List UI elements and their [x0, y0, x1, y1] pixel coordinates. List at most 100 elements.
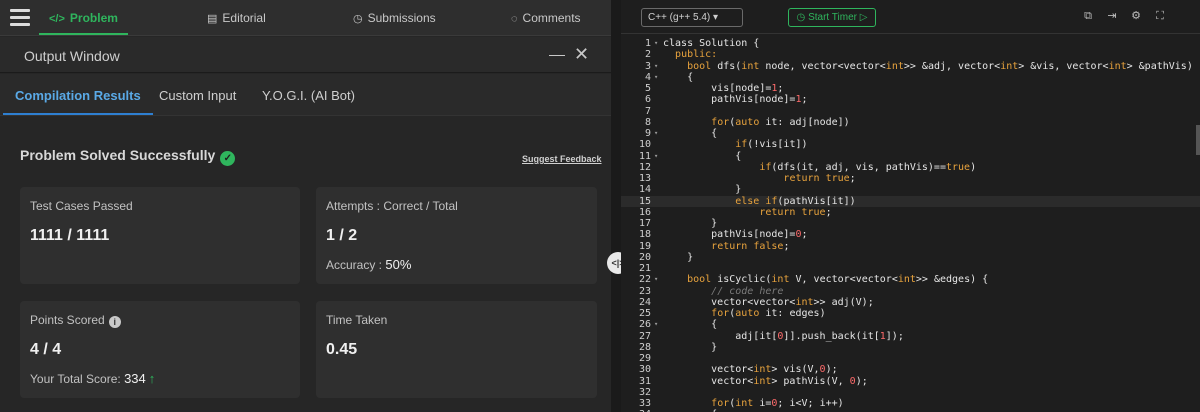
- fold-icon[interactable]: ▾: [654, 274, 658, 285]
- code-line[interactable]: 9 ▾ {: [621, 128, 1200, 139]
- code-line[interactable]: 18 pathVis[node]=0;: [621, 229, 1200, 240]
- language-select[interactable]: C++ (g++ 5.4) ▾: [641, 8, 743, 27]
- code-line[interactable]: 11 ▾ {: [621, 151, 1200, 162]
- code-line[interactable]: 7: [621, 106, 1200, 117]
- tab-submissions[interactable]: ◷ Submissions: [353, 0, 436, 36]
- code-line[interactable]: 13 return true;: [621, 173, 1200, 184]
- tab-editorial[interactable]: ▤ Editorial: [207, 0, 266, 36]
- code-line[interactable]: 1 ▾ class Solution {: [621, 38, 1200, 49]
- fold-icon[interactable]: ▾: [654, 61, 658, 72]
- line-number: 6: [644, 94, 651, 106]
- line-number: 19: [638, 240, 651, 252]
- tab-submissions-label: Submissions: [367, 11, 436, 25]
- line-number: 14: [638, 184, 651, 196]
- code-line[interactable]: 31 vector<int> pathVis(V, 0);: [621, 376, 1200, 387]
- code-line[interactable]: 14 }: [621, 184, 1200, 195]
- exit-icon[interactable]: ⇥: [1106, 10, 1118, 22]
- minimize-icon[interactable]: [549, 55, 565, 56]
- code-text: vis[node]=1;: [663, 83, 784, 94]
- attempts-value: 1 / 2: [326, 227, 358, 244]
- fold-icon[interactable]: ▾: [654, 38, 658, 49]
- time-card: Time Taken 0.45: [316, 301, 597, 398]
- code-text: return true;: [783, 173, 856, 184]
- timer-icon: ◷: [796, 12, 806, 23]
- fold-icon[interactable]: ▾: [654, 319, 658, 330]
- tab-compilation-results[interactable]: Compilation Results: [3, 88, 153, 115]
- editor-scrollbar[interactable]: [1196, 125, 1200, 155]
- code-line[interactable]: 8 for(auto it: adj[node]): [621, 117, 1200, 128]
- info-icon[interactable]: i: [108, 316, 121, 328]
- tab-problem[interactable]: </> Problem: [39, 0, 128, 36]
- points-label-text: Points Scored: [30, 313, 105, 327]
- play-icon: ▷: [859, 12, 868, 23]
- code-line[interactable]: 23 // code here: [621, 286, 1200, 297]
- code-line[interactable]: 16 return true;: [621, 207, 1200, 218]
- code-line[interactable]: 3 ▾ bool dfs(int node, vector<vector<int>…: [621, 61, 1200, 72]
- code-line[interactable]: 6 pathVis[node]=1;: [621, 94, 1200, 105]
- code-line[interactable]: 12 if(dfs(it, adj, vis, pathVis)==true): [621, 162, 1200, 173]
- code-text: }: [663, 184, 742, 196]
- line-number: 2: [644, 49, 651, 61]
- code-line[interactable]: 4 ▾ {: [621, 72, 1200, 83]
- code-text: pathVis[node]=1;: [663, 94, 808, 106]
- test-cases-card: Test Cases Passed 1111 / 1111: [20, 187, 300, 284]
- code-line[interactable]: 29: [621, 353, 1200, 364]
- tab-custom-input[interactable]: Custom Input: [159, 88, 236, 103]
- code-text: {: [663, 128, 718, 139]
- fold-icon[interactable]: ▾: [654, 128, 658, 139]
- code-line[interactable]: 32: [621, 387, 1200, 398]
- code-line[interactable]: 20 }: [621, 252, 1200, 263]
- accuracy-label: Accuracy :: [326, 258, 383, 272]
- code-line[interactable]: 21: [621, 263, 1200, 274]
- start-timer-button[interactable]: ◷ Start Timer ▷: [788, 8, 876, 27]
- line-number: 17: [638, 218, 651, 229]
- line-number: 16: [638, 206, 651, 218]
- code-line[interactable]: 5 vis[node]=1;: [621, 83, 1200, 94]
- attempts-card: Attempts : Correct / Total 1 / 2 Accurac…: [316, 187, 597, 284]
- total-score: Your Total Score: 334 ↑: [30, 371, 155, 386]
- close-icon[interactable]: ✕: [574, 45, 589, 63]
- accuracy: Accuracy : 50%: [326, 257, 411, 272]
- code-line[interactable]: 30 vector<int> vis(V,0);: [621, 364, 1200, 375]
- clock-icon: ◷: [353, 13, 363, 25]
- code-line[interactable]: 27 adj[it[0]].push_back(it[1]);: [621, 331, 1200, 342]
- code-line[interactable]: 28 }: [621, 342, 1200, 353]
- line-number: 15: [638, 195, 651, 207]
- output-tabs: Compilation Results Custom Input Y.O.G.I…: [0, 74, 611, 116]
- code-line[interactable]: 19 return false;: [621, 241, 1200, 252]
- code-line[interactable]: 10 if(!vis[it]): [621, 139, 1200, 150]
- code-text: adj[it[0]].push_back(it[1]);: [663, 330, 904, 342]
- copy-icon[interactable]: ⧉: [1082, 10, 1094, 22]
- app-root: </> Problem ▤ Editorial ◷ Submissions ◌ Comm…: [0, 0, 1200, 412]
- tab-comments[interactable]: ◌ Comments: [511, 0, 581, 36]
- fold-icon[interactable]: ▾: [654, 151, 658, 162]
- code-line[interactable]: 26 ▾ {: [621, 319, 1200, 330]
- code-line[interactable]: 17 }: [621, 218, 1200, 229]
- total-score-value: 334: [124, 371, 146, 386]
- settings-icon[interactable]: ⚙: [1130, 10, 1142, 22]
- tab-yogi-ai-bot[interactable]: Y.O.G.I. (AI Bot): [262, 88, 355, 103]
- line-number: 26: [638, 319, 651, 331]
- code-line[interactable]: 15 else if(pathVis[it]): [621, 195, 1200, 207]
- total-score-label: Your Total Score:: [30, 372, 121, 386]
- fold-icon[interactable]: ▾: [654, 72, 658, 83]
- line-number: 11: [638, 150, 651, 162]
- suggest-feedback-link[interactable]: Suggest Feedback: [522, 154, 602, 164]
- code-line[interactable]: 24 vector<vector<int>> adj(V);: [621, 297, 1200, 308]
- menu-icon[interactable]: [10, 9, 30, 27]
- code-text: vector<int> vis(V,0);: [663, 364, 838, 376]
- line-number: 29: [638, 353, 651, 364]
- line-number: 31: [638, 375, 651, 387]
- pane-divider[interactable]: [611, 0, 621, 412]
- code-line[interactable]: 25 for(auto it: edges): [621, 308, 1200, 319]
- code-editor[interactable]: 1 ▾ class Solution {2 public: 3 ▾ bool dfs(i…: [621, 35, 1200, 412]
- left-pane: </> Problem ▤ Editorial ◷ Submissions ◌ Comm…: [0, 0, 611, 412]
- line-number: 32: [638, 386, 651, 398]
- code-line[interactable]: 33 for(int i=0; i<V; i++): [621, 398, 1200, 409]
- line-number: 4: [644, 71, 651, 83]
- code-line[interactable]: 22 ▾ bool isCyclic(int V, vector<vector<i…: [621, 274, 1200, 285]
- fullscreen-icon[interactable]: ⛶: [1154, 10, 1166, 22]
- code-line[interactable]: 2 public:: [621, 49, 1200, 60]
- output-window-header: Output Window ✕: [0, 37, 611, 73]
- time-value: 0.45: [326, 341, 358, 358]
